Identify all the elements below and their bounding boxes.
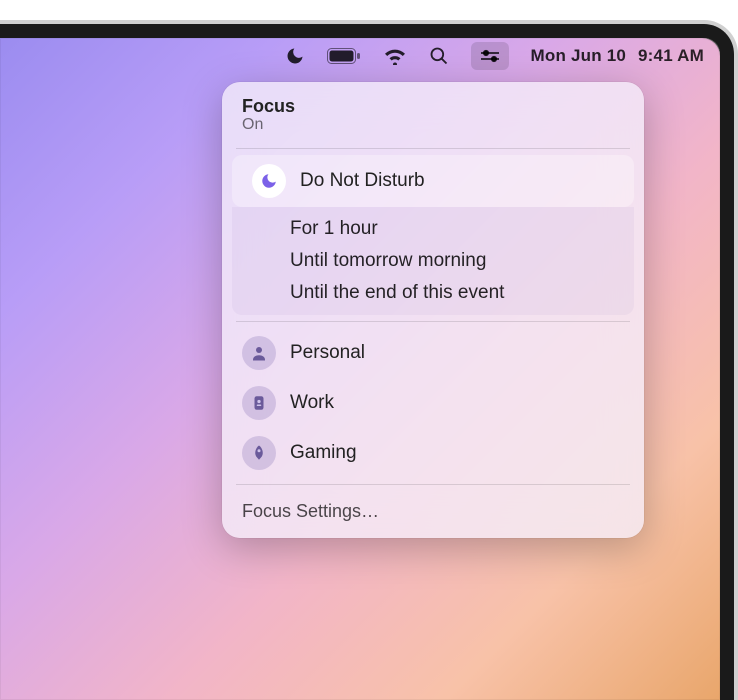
desktop-screen: Mon Jun 10 9:41 AM Focus On Do Not Distu… [0,38,720,700]
popover-subtitle: On [242,116,624,134]
popover-title: Focus [242,96,624,117]
focus-mode-work[interactable]: Work [222,378,644,428]
dnd-option-1hour[interactable]: For 1 hour [232,213,634,245]
focus-mode-personal[interactable]: Personal [222,328,644,378]
focus-mode-label: Work [290,392,334,414]
focus-mode-label: Do Not Disturb [300,170,425,192]
rocket-icon [242,436,276,470]
focus-mode-dnd[interactable]: Do Not Disturb [232,155,634,207]
control-center-icon[interactable] [471,42,509,70]
menubar-date: Mon Jun 10 [531,46,627,66]
focus-popover: Focus On Do Not Disturb For 1 hour Until… [222,82,644,538]
focus-settings-link[interactable]: Focus Settings… [222,491,644,528]
focus-mode-gaming[interactable]: Gaming [222,428,644,478]
badge-icon [242,386,276,420]
moon-icon [252,164,286,198]
focus-mode-label: Personal [290,342,365,364]
person-icon [242,336,276,370]
dnd-option-event-end[interactable]: Until the end of this event [232,277,634,309]
spotlight-icon[interactable] [429,42,449,70]
menubar-time: 9:41 AM [638,46,704,66]
menubar: Mon Jun 10 9:41 AM [0,38,720,74]
focus-status-icon[interactable] [285,42,305,70]
wifi-icon[interactable] [383,42,407,70]
battery-icon[interactable] [327,42,361,70]
divider [236,321,630,322]
menubar-datetime[interactable]: Mon Jun 10 9:41 AM [531,42,704,70]
popover-header: Focus On [222,96,644,142]
dnd-duration-options: For 1 hour Until tomorrow morning Until … [232,207,634,315]
dnd-option-tomorrow[interactable]: Until tomorrow morning [232,245,634,277]
divider [236,148,630,149]
divider [236,484,630,485]
focus-mode-label: Gaming [290,442,357,464]
